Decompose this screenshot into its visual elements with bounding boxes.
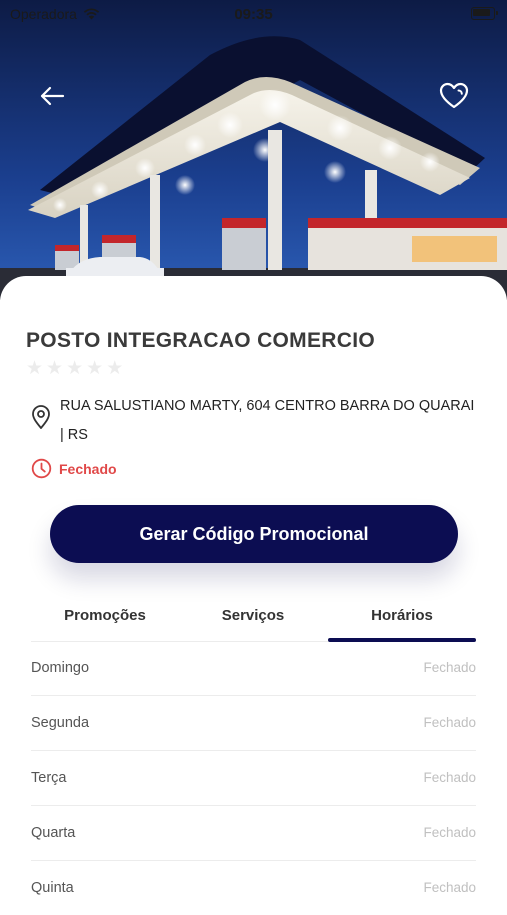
station-details-card: POSTO INTEGRACAO COMERCIO ★ ★ ★ ★ ★ RUA … — [0, 276, 507, 900]
tab-bar: Promoções Serviços Horários — [31, 601, 476, 642]
hours-row: Quinta Fechado — [31, 861, 476, 915]
day-label: Terça — [31, 770, 67, 786]
star-icon: ★ — [46, 358, 64, 379]
station-name: POSTO INTEGRACAO COMERCIO — [26, 329, 375, 352]
hours-value: Fechado — [423, 715, 476, 730]
status-label: Fechado — [59, 460, 117, 477]
hours-row: Segunda Fechado — [31, 696, 476, 751]
back-arrow-icon — [40, 86, 65, 106]
location-pin-icon — [30, 404, 56, 450]
generate-promo-code-button[interactable]: Gerar Código Promocional — [50, 505, 458, 563]
open-status: Fechado — [31, 458, 117, 479]
tab-horarios[interactable]: Horários — [328, 607, 476, 624]
tab-servicos[interactable]: Serviços — [179, 607, 327, 624]
station-address: RUA SALUSTIANO MARTY, 604 CENTRO BARRA D… — [60, 398, 475, 443]
favorite-button[interactable] — [436, 78, 472, 114]
day-label: Domingo — [31, 660, 90, 676]
hours-value: Fechado — [423, 880, 476, 895]
day-label: Segunda — [31, 715, 90, 731]
hours-row: Domingo Fechado — [31, 641, 476, 696]
back-button[interactable] — [34, 78, 70, 114]
address-row: RUA SALUSTIANO MARTY, 604 CENTRO BARRA D… — [30, 392, 480, 450]
heart-icon — [439, 82, 469, 109]
hours-value: Fechado — [423, 770, 476, 785]
star-icon: ★ — [86, 358, 104, 379]
hours-value: Fechado — [423, 825, 476, 840]
opening-hours-list: Domingo Fechado Segunda Fechado Terça Fe… — [31, 641, 476, 915]
hours-value: Fechado — [423, 660, 476, 675]
hours-row: Quarta Fechado — [31, 806, 476, 861]
status-time: 09:35 — [234, 6, 273, 23]
tab-promocoes[interactable]: Promoções — [31, 607, 179, 624]
battery-icon — [471, 7, 498, 20]
star-icon: ★ — [66, 358, 84, 379]
star-icon: ★ — [26, 358, 44, 379]
rating-stars: ★ ★ ★ ★ ★ — [26, 359, 123, 378]
status-bar: Operadora 09:35 — [0, 0, 507, 30]
day-label: Quarta — [31, 825, 76, 841]
day-label: Quinta — [31, 880, 74, 896]
hours-row: Terça Fechado — [31, 751, 476, 806]
clock-icon — [31, 458, 52, 479]
star-icon: ★ — [106, 358, 124, 379]
gas-station-photo — [0, 0, 507, 300]
